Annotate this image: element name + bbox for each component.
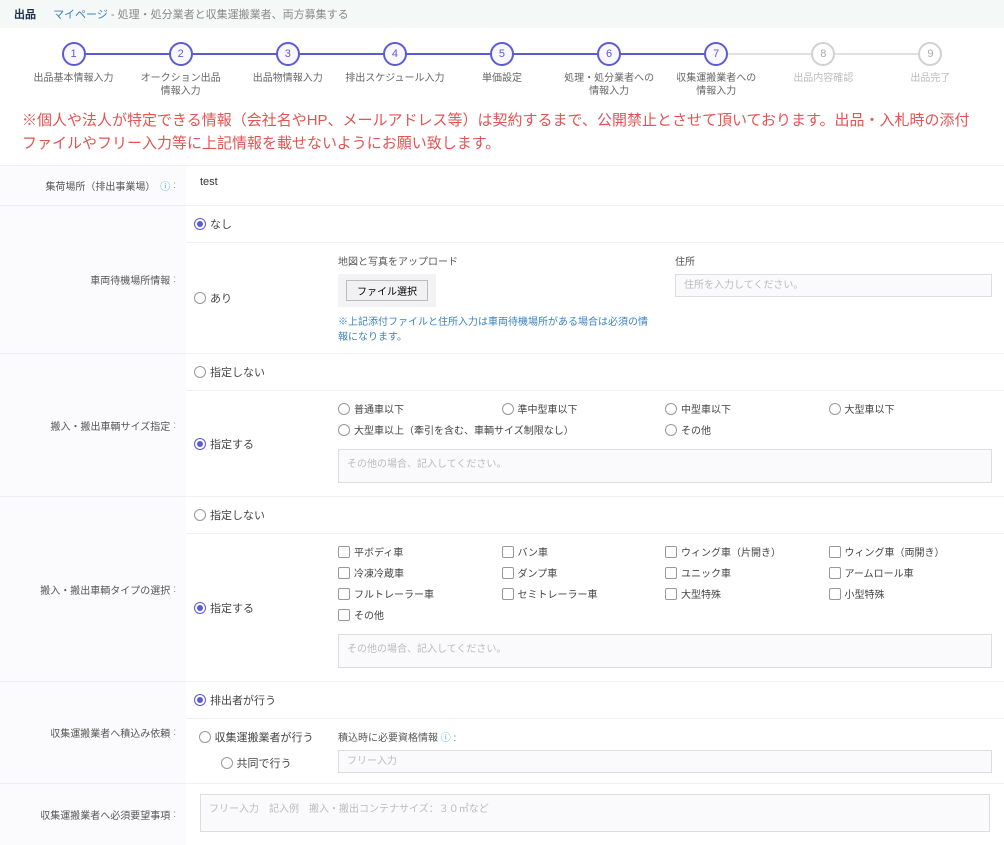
step-2: 2オークション出品 情報入力 xyxy=(127,42,234,98)
radio-type-spec[interactable]: 指定する xyxy=(194,600,254,616)
radio-type-nospec[interactable]: 指定しない xyxy=(194,507,265,523)
breadcrumb-mypage-link[interactable]: マイページ xyxy=(53,9,108,21)
type-opt[interactable]: アームロール車 xyxy=(829,565,993,580)
type-opt[interactable]: ウィング車（両開き） xyxy=(829,544,993,559)
type-opt[interactable]: その他 xyxy=(338,607,502,622)
type-opt[interactable]: 小型特殊 xyxy=(829,586,993,601)
step-6: 6処理・処分業者への 情報入力 xyxy=(556,42,663,98)
type-opt[interactable]: ダンプ車 xyxy=(502,565,666,580)
must-input[interactable] xyxy=(200,794,990,832)
type-opt[interactable]: ユニック車 xyxy=(665,565,829,580)
size-opt[interactable]: その他 xyxy=(665,422,829,437)
type-other-input[interactable] xyxy=(338,634,992,668)
step-3: 3出品物情報入力 xyxy=(234,42,341,85)
size-opt[interactable]: 大型車以下 xyxy=(829,401,993,416)
size-opt[interactable]: 普通車以下 xyxy=(338,401,502,416)
size-opt[interactable]: 大型車以上（牽引を含む、車輌サイズ制限なし） xyxy=(338,422,665,437)
radio-parking-yes[interactable]: あり xyxy=(194,290,232,306)
type-opt[interactable]: 冷凍冷蔵車 xyxy=(338,565,502,580)
label-loadreq: 収集運搬業者へ積込み依頼: xyxy=(0,682,186,783)
size-other-input[interactable] xyxy=(338,449,992,483)
step-9: 9出品完了 xyxy=(877,42,984,85)
step-8: 8出品内容確認 xyxy=(770,42,877,85)
radio-load-together[interactable]: 共同で行う xyxy=(221,755,292,771)
file-select-button[interactable]: ファイル選択 xyxy=(346,280,428,301)
label-type: 搬入・搬出車輌タイプの選択: xyxy=(0,497,186,681)
address-title: 住所 xyxy=(675,253,992,268)
label-pickup: 集荷場所（排出事業場） ⓘ: xyxy=(0,166,186,205)
radio-size-nospec[interactable]: 指定しない xyxy=(194,364,265,380)
step-7: 7収集運搬業者への 情報入力 xyxy=(663,42,770,98)
radio-parking-none[interactable]: なし xyxy=(194,216,232,232)
radio-load-collector[interactable]: 収集運搬業者が行う xyxy=(199,729,314,745)
loadreq-info-label: 積込時に必要資格情報 ⓘ : xyxy=(338,729,992,744)
type-opt[interactable]: ウィング車（片開き） xyxy=(665,544,829,559)
radio-load-emitter[interactable]: 排出者が行う xyxy=(194,692,276,708)
address-input[interactable] xyxy=(675,274,992,297)
size-opt[interactable]: 中型車以下 xyxy=(665,401,829,416)
breadcrumb-brand: 出品 xyxy=(14,9,36,21)
type-opt[interactable]: 平ボディ車 xyxy=(338,544,502,559)
step-1: 1出品基本情報入力 xyxy=(20,42,127,85)
stepper: 1出品基本情報入力2オークション出品 情報入力3出品物情報入力4排出スケジュール… xyxy=(0,28,1004,106)
breadcrumb-text: - 処理・処分業者と収集運搬業者、両方募集する xyxy=(111,9,349,21)
type-opt[interactable]: フルトレーラー車 xyxy=(338,586,502,601)
breadcrumb: 出品 マイページ - 処理・処分業者と収集運搬業者、両方募集する xyxy=(0,0,1004,28)
type-opt[interactable]: セミトレーラー車 xyxy=(502,586,666,601)
radio-size-spec[interactable]: 指定する xyxy=(194,436,254,452)
label-must: 収集運搬業者へ必須要望事項: xyxy=(0,784,186,845)
warning-text: ※個人や法人が特定できる情報（会社名やHP、メールアドレス等）は契約するまで、公… xyxy=(0,106,1004,165)
step-5: 5単価設定 xyxy=(448,42,555,85)
type-opt[interactable]: バン車 xyxy=(502,544,666,559)
pickup-value: test xyxy=(186,166,1004,205)
step-4: 4排出スケジュール入力 xyxy=(341,42,448,85)
upload-title: 地図と写真をアップロード xyxy=(338,253,655,268)
label-parking: 車両待機場所情報: xyxy=(0,206,186,353)
label-size: 搬入・搬出車輌サイズ指定: xyxy=(0,354,186,496)
parking-note: ※上記添付ファイルと住所入力は車両待機場所がある場合は必須の情報になります。 xyxy=(338,313,655,343)
type-opt[interactable]: 大型特殊 xyxy=(665,586,829,601)
loadreq-free-input[interactable] xyxy=(338,750,992,773)
size-opt[interactable]: 準中型車以下 xyxy=(502,401,666,416)
